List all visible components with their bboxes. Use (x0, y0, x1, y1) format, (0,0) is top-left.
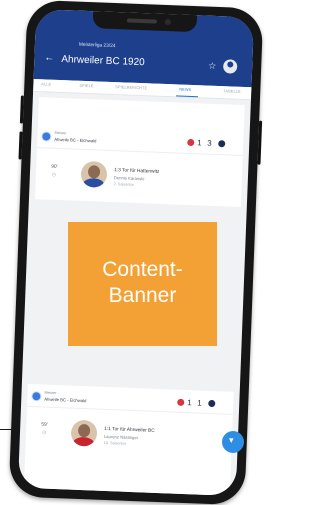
season-goal-count: 2. Saisontor (113, 182, 134, 187)
divider (26, 405, 233, 415)
back-arrow-icon[interactable]: ← (44, 52, 54, 63)
side-button (257, 120, 263, 165)
player-name: Laurenz Nästinger (103, 433, 139, 441)
home-score: 1 (187, 398, 192, 408)
competition-label: Meister (54, 130, 67, 136)
page-title: Ahrweiler BC 1920 (61, 53, 145, 69)
tab-spiele[interactable]: SPIELE (79, 84, 93, 89)
chevron-down-icon[interactable] (222, 431, 244, 453)
competition-label: Meister (44, 390, 57, 396)
away-score: 3 (207, 138, 212, 148)
club-crest-icon (177, 398, 185, 406)
competition-icon (31, 391, 42, 402)
user-avatar-icon[interactable] (222, 59, 238, 74)
player-photo (80, 160, 108, 188)
ball-icon (218, 140, 226, 148)
tab-news[interactable]: NEWS (179, 88, 191, 92)
player-name: Dennis Karanski (113, 175, 145, 182)
goal-title: 1:3 Tor für Hattenwitz (114, 168, 160, 175)
content-banner[interactable]: Content- Banner (68, 222, 217, 346)
season-goal-count: 10. Saisontor (103, 440, 127, 446)
player-photo (70, 419, 98, 447)
feed-card[interactable]: Meister Ahweile BC - Elchwald 1 1 59' ◷ … (23, 383, 234, 497)
banner-line-2: Banner (108, 284, 177, 307)
goal-minute: 59' (41, 422, 48, 428)
side-button (18, 131, 23, 160)
tab-alle[interactable]: ALLE (41, 82, 51, 86)
home-score: 1 (197, 138, 202, 148)
feed-card[interactable]: Meister Ahweile BC - Elchwald 1 3 90' ◷ … (34, 97, 245, 207)
clock-icon: ◷ (41, 429, 47, 435)
competition-icon (41, 131, 52, 142)
match-label: Ahweile BC - Elchwald (54, 136, 97, 144)
goal-title: 1:1 Tor für Ahrweiler BC (104, 426, 155, 434)
ball-icon (208, 399, 216, 408)
banner-line-1: Content- (102, 258, 183, 281)
league-name: Meisterliga 23/24 (78, 42, 116, 50)
star-icon[interactable]: ☆ (208, 61, 216, 72)
tab-spielberichte[interactable]: SPIELBERICHTE (115, 85, 147, 90)
side-button (19, 95, 24, 124)
goal-minute: 90' (51, 164, 58, 170)
active-tab-indicator (176, 95, 199, 98)
club-crest-icon (187, 138, 195, 147)
clock-icon: ◷ (51, 171, 57, 177)
away-score: 1 (197, 398, 202, 408)
divider (36, 147, 243, 157)
tab-tabelle[interactable]: TABELLE (223, 89, 241, 94)
match-label: Ahweile BC - Elchwald (44, 396, 87, 404)
